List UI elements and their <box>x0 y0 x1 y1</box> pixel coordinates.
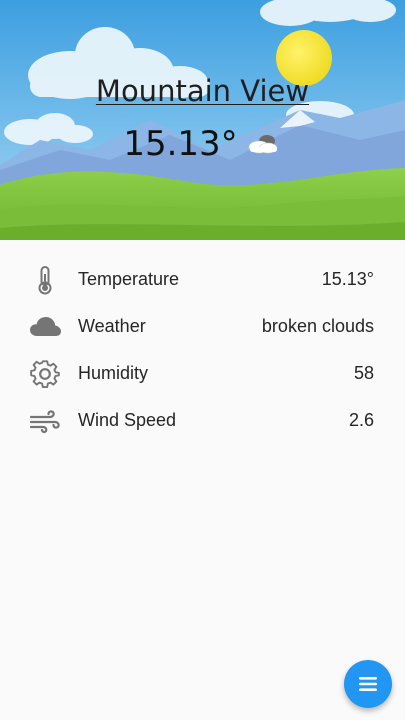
wind-icon <box>28 404 62 438</box>
cloud-icon <box>28 310 62 344</box>
detail-value: 2.6 <box>348 410 374 430</box>
current-temperature: 15.13° <box>123 124 238 164</box>
detail-row-humidity: Humidity 58 <box>0 350 405 397</box>
detail-row-temperature: Temperature 15.13° <box>0 256 405 303</box>
detail-label: Humidity <box>78 363 149 383</box>
detail-label: Temperature <box>78 269 180 289</box>
detail-row-weather: Weather broken clouds <box>0 303 405 350</box>
landscape-illustration <box>0 0 405 240</box>
gear-icon <box>28 357 62 391</box>
detail-label: Wind Speed <box>78 410 177 430</box>
broken-clouds-icon <box>248 135 277 154</box>
detail-value: broken clouds <box>261 316 374 336</box>
header-banner: Mountain View 15.13° <box>0 0 405 240</box>
current-weather: 15.13° <box>0 124 405 164</box>
detail-row-wind-speed: Wind Speed 2.6 <box>0 397 405 444</box>
detail-value: 58 <box>353 363 374 383</box>
city-name[interactable]: Mountain View <box>0 74 405 108</box>
menu-fab-button[interactable] <box>344 660 392 708</box>
detail-value: 15.13° <box>321 269 374 289</box>
menu-icon <box>359 677 377 691</box>
thermometer-icon <box>28 263 62 297</box>
weather-details-list: Temperature 15.13° Weather broken clouds… <box>0 256 405 444</box>
detail-label: Weather <box>78 316 146 336</box>
